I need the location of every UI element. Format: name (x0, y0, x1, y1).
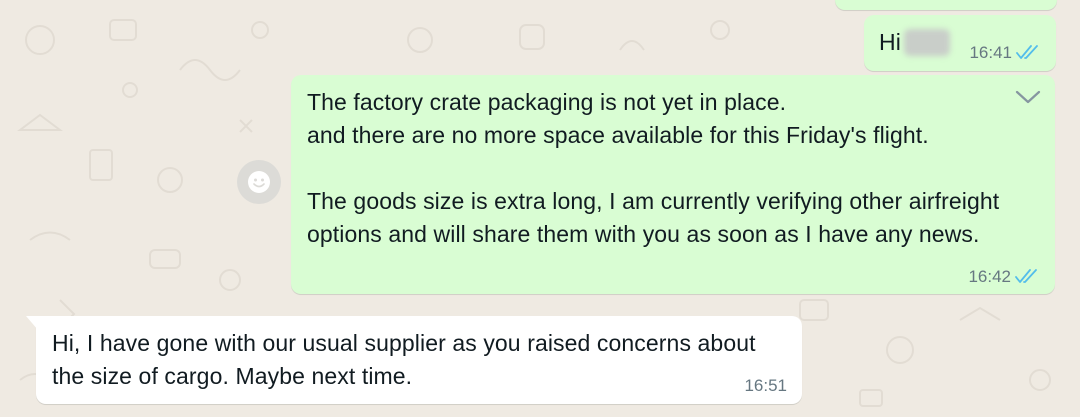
message-text: Hi, I have gone with our usual supplier … (52, 330, 763, 389)
message-text: The factory crate packaging is not yet i… (307, 89, 1000, 247)
message-meta: 16:51 (744, 376, 787, 396)
bubble-tail (26, 316, 38, 330)
message-text: Hi (879, 29, 901, 55)
message-time: 16:42 (968, 267, 1011, 286)
smiley-reaction-icon[interactable] (237, 160, 281, 204)
message-meta: 16:41 (969, 43, 1042, 63)
double-check-read-icon (1016, 45, 1042, 61)
chevron-down-icon[interactable] (1015, 89, 1041, 110)
message-time: 16:41 (969, 43, 1012, 62)
double-check-read-icon (1015, 269, 1041, 285)
outgoing-message-bubble[interactable]: Hi 16:41 (864, 15, 1056, 71)
outgoing-message-bubble[interactable]: The factory crate packaging is not yet i… (291, 75, 1055, 294)
redacted-name (904, 29, 950, 56)
message-time: 16:51 (744, 376, 787, 395)
message-meta: 16:42 (968, 267, 1041, 287)
incoming-message-bubble[interactable]: Hi, I have gone with our usual supplier … (26, 316, 802, 404)
previous-message-bubble[interactable] (835, 0, 1057, 10)
